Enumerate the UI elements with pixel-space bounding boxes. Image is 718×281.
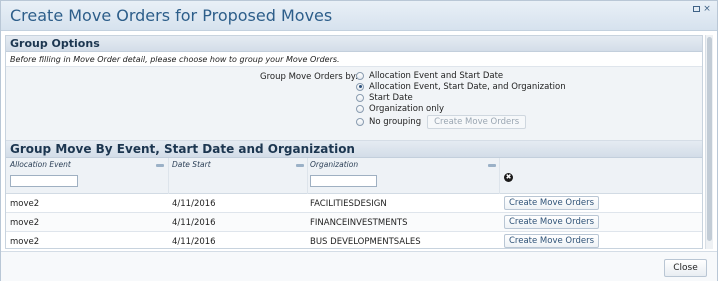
table-row: move2 4/11/2016 BUS DEVELOPMENTSALES Cre… [6,232,702,248]
organization-cell: FACILITIESDESIGN [310,199,387,209]
close-button[interactable]: Close [664,259,707,277]
organization-filter-input[interactable] [310,175,377,187]
table-row: move2 4/11/2016 FACILITIESDESIGN Create … [6,194,702,213]
clear-filter-icon[interactable]: ✖ [504,173,513,182]
date-start-cell: 4/11/2016 [172,199,216,209]
group-by-label: Group Move Orders by: [260,72,359,82]
group-by-radio-group: Allocation Event and Start Date Allocati… [356,70,566,130]
radio-option-event-start-org[interactable]: Allocation Event, Start Date, and Organi… [356,81,566,92]
maximize-icon[interactable] [693,6,700,12]
dialog-title: Create Move Orders for Proposed Moves [10,6,333,25]
radio-label: Allocation Event, Start Date, and Organi… [369,81,566,92]
create-move-orders-disabled-button[interactable]: Create Move Orders [427,115,527,129]
radio-button[interactable] [356,71,364,80]
window-controls: × [693,5,711,14]
grid-section-header: Group Move By Event, Start Date and Orga… [6,141,702,158]
create-move-orders-button[interactable]: Create Move Orders [504,215,599,229]
column-divider [168,158,169,194]
column-header-organization[interactable]: Organization [310,160,358,169]
group-options-panel: Group Move Orders by: Allocation Event a… [6,67,702,141]
radio-label: No grouping [369,117,422,127]
close-icon[interactable]: × [703,5,711,14]
sort-icon[interactable] [296,164,304,167]
radio-button[interactable] [356,118,364,126]
radio-option-no-grouping[interactable]: No grouping Create Move Orders [356,114,566,130]
organization-cell: BUS DEVELOPMENTSALES [310,237,421,247]
instructions-text: Before filling in Move Order detail, ple… [6,52,702,67]
dialog-footer: Close [1,251,717,281]
allocation-event-cell: move2 [10,199,40,209]
radio-option-organization[interactable]: Organization only [356,103,566,114]
radio-button-selected[interactable] [356,82,364,91]
radio-button[interactable] [356,93,364,102]
allocation-event-cell: move2 [10,218,40,228]
column-divider [499,158,500,194]
column-header-date-start[interactable]: Date Start [172,160,211,169]
radio-button[interactable] [356,104,364,113]
column-header-allocation-event[interactable]: Allocation Event [10,160,71,169]
scrollbar-thumb[interactable] [707,37,712,241]
column-divider [307,158,308,194]
table-row: move2 4/11/2016 FINANCEINVESTMENTS Creat… [6,213,702,232]
vertical-scrollbar[interactable] [705,35,713,249]
grid-column-headers: Allocation Event Date Start Organization… [6,158,702,194]
sort-icon[interactable] [488,164,496,167]
group-options-header: Group Options [6,36,702,52]
create-move-orders-dialog: Create Move Orders for Proposed Moves × … [0,0,718,281]
dialog-titlebar: Create Move Orders for Proposed Moves × [1,1,717,31]
dialog-content: Group Options Before filling in Move Ord… [5,35,703,249]
allocation-event-filter-input[interactable] [10,175,78,187]
radio-label: Allocation Event and Start Date [369,70,504,81]
create-move-orders-button[interactable]: Create Move Orders [504,234,599,248]
create-move-orders-button[interactable]: Create Move Orders [504,196,599,210]
allocation-event-cell: move2 [10,237,40,247]
grid-rows: move2 4/11/2016 FACILITIESDESIGN Create … [6,194,702,248]
organization-cell: FINANCEINVESTMENTS [310,218,408,228]
radio-option-start-date[interactable]: Start Date [356,92,566,103]
date-start-cell: 4/11/2016 [172,218,216,228]
sort-icon[interactable] [156,164,164,167]
radio-label: Start Date [369,92,413,103]
radio-label: Organization only [369,103,445,114]
date-start-cell: 4/11/2016 [172,237,216,247]
radio-option-event-start[interactable]: Allocation Event and Start Date [356,70,566,81]
